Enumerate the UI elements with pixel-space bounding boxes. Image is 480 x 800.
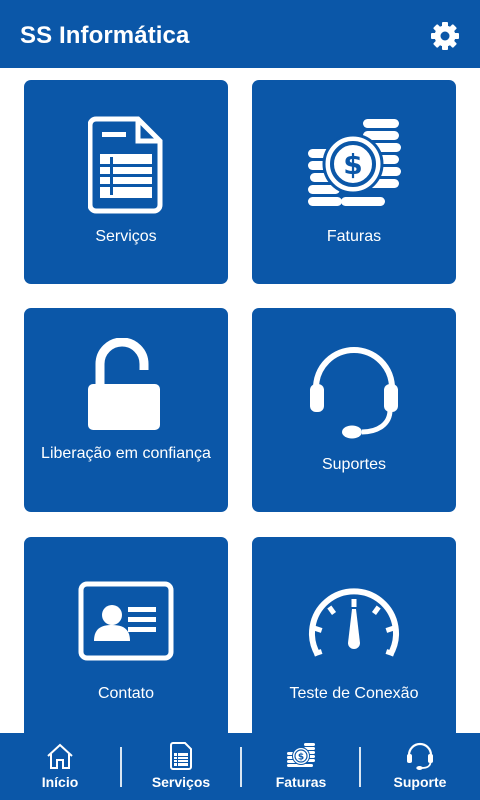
tile-label: Serviços — [95, 228, 157, 245]
home-icon — [0, 742, 120, 770]
nav-servicos[interactable]: Serviços — [121, 733, 241, 800]
settings-gear-icon[interactable] — [430, 21, 460, 51]
nav-label: Serviços — [151, 774, 211, 790]
headset-icon — [252, 344, 456, 440]
nav-inicio[interactable]: Início — [0, 733, 120, 800]
app-bar: SS Informática — [0, 0, 480, 68]
tile-label: Liberação em confiança — [41, 445, 211, 462]
svg-text:$: $ — [343, 148, 362, 181]
document-list-icon — [121, 742, 241, 770]
nav-label: Suporte — [393, 774, 447, 790]
nav-faturas[interactable]: $ Faturas — [241, 733, 361, 800]
tile-servicos[interactable]: Serviços — [24, 80, 228, 284]
tile-contato[interactable]: Contato — [24, 537, 228, 741]
unlocked-padlock-icon — [24, 338, 228, 432]
coins-dollar-icon: $ — [241, 742, 361, 770]
app-title: SS Informática — [20, 22, 190, 49]
tile-label: Faturas — [326, 228, 382, 245]
tile-liberacao-confianca[interactable]: Liberação em confiança — [24, 308, 228, 512]
tile-label: Teste de Conexão — [289, 685, 419, 702]
tile-teste-conexao[interactable]: Teste de Conexão — [252, 537, 456, 741]
nav-label: Início — [41, 774, 79, 790]
bottom-navigation: Início Serviços $ Faturas Suporte — [0, 733, 480, 800]
tile-suportes[interactable]: Suportes — [252, 308, 456, 512]
nav-suporte[interactable]: Suporte — [360, 733, 480, 800]
nav-label: Faturas — [275, 774, 327, 790]
svg-text:$: $ — [298, 753, 304, 763]
tile-label: Suportes — [321, 456, 387, 473]
coins-dollar-icon: $ — [252, 116, 456, 214]
contact-card-icon — [24, 581, 228, 661]
tile-label: Contato — [97, 685, 155, 702]
headset-icon — [360, 742, 480, 770]
speedometer-gauge-icon — [252, 585, 456, 657]
document-list-icon — [24, 116, 228, 214]
tile-faturas[interactable]: $ Faturas — [252, 80, 456, 284]
